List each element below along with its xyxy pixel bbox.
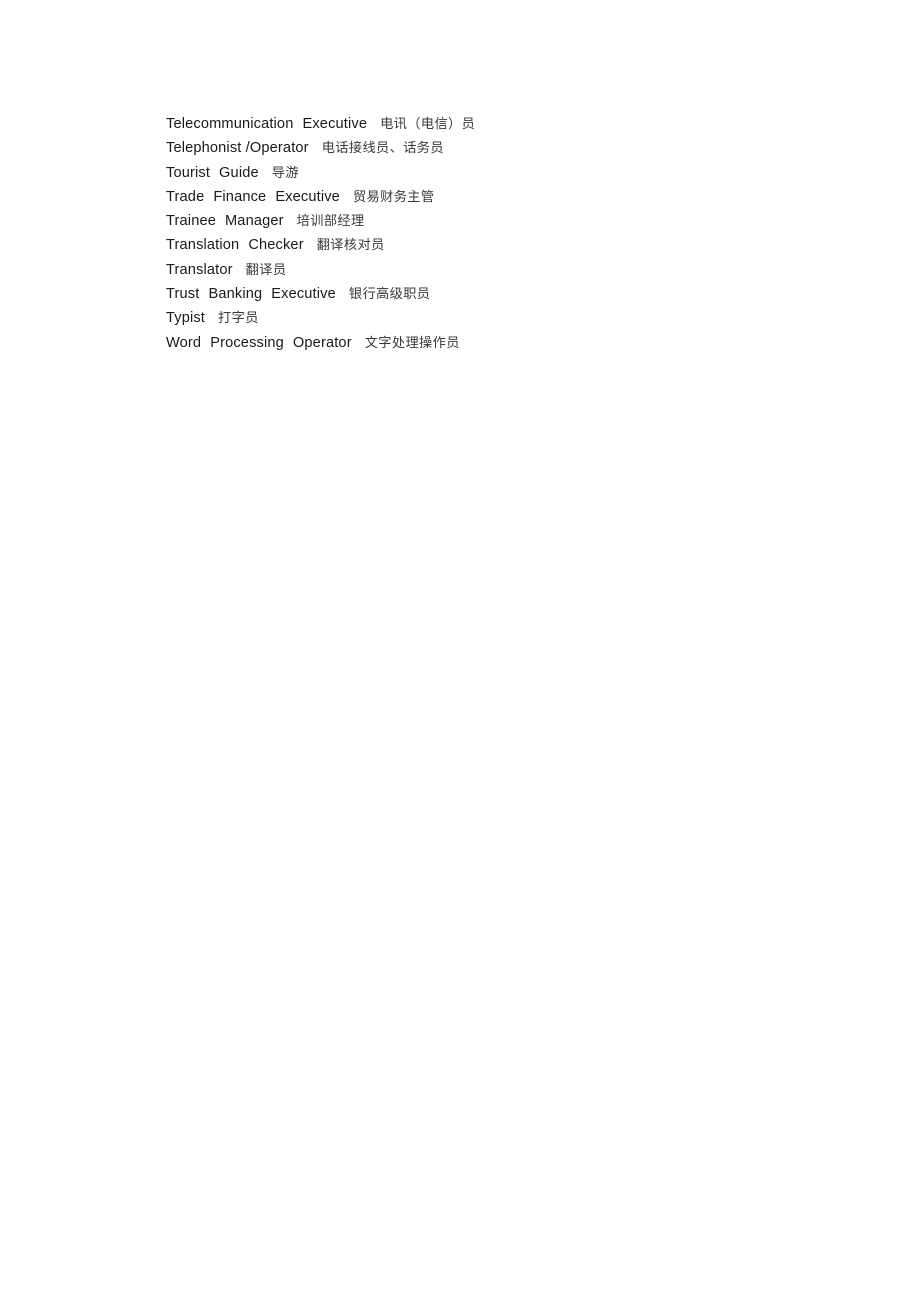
entry-term-en: Banking [208,286,263,303]
glossary-entry: Tourist Guide 导游 [166,161,866,185]
entry-term-en: Translator [166,261,233,278]
document-page: Telecommunication Executive 电讯（电信）员 Telepho… [0,0,920,1302]
entry-term-en: Word [166,334,202,351]
entry-term-en: Checker [248,237,304,254]
entry-gloss-zh: 贸易财务主管 [352,189,435,205]
glossary-entry: Translator 翻译员 [166,258,866,282]
entry-term-en: Executive [271,286,336,303]
entry-term-en: Trade [166,188,205,205]
entry-term-en: Tourist [166,164,211,181]
entry-gloss-zh: 导游 [271,165,299,181]
entry-term-en: Typist [166,310,206,327]
entry-term-en: Trainee [166,213,216,230]
entry-term-en: Operator [292,334,352,351]
entry-term-en: Telephonist /Operator [166,140,309,157]
glossary-entry: Telephonist /Operator 电话接线员、话务员 [166,136,866,160]
entry-term-en: Executive [302,116,368,132]
glossary-entry: Word Processing Operator 文字处理操作员 [166,331,866,355]
entry-gloss-zh: 翻译员 [245,262,287,278]
entry-gloss-zh: 电讯（电信）员 [380,117,476,132]
entry-term-en: Processing [210,334,284,351]
glossary-list: Telecommunication Executive 电讯（电信）员 Telepho… [166,112,866,355]
entry-term-en: Manager [225,213,284,230]
entry-term-en: Guide [219,164,259,181]
entry-gloss-zh: 培训部经理 [296,214,365,230]
entry-gloss-zh: 银行高级职员 [348,287,431,303]
glossary-entry: Trainee Manager 培训部经理 [166,209,866,233]
glossary-entry: Trust Banking Executive 银行高级职员 [166,282,866,306]
entry-term-en: Translation [166,237,240,254]
glossary-entry: Translation Checker 翻译核对员 [166,233,866,257]
glossary-entry: Trade Finance Executive 贸易财务主管 [166,185,866,209]
glossary-entry: Telecommunication Executive 电讯（电信）员 [166,112,866,136]
entry-term-en: Executive [275,188,340,205]
entry-term-en: Finance [213,188,267,205]
entry-gloss-zh: 打字员 [218,311,259,327]
glossary-entry: Typist 打字员 [166,306,866,330]
entry-gloss-zh: 电话接线员、话务员 [321,141,444,157]
entry-gloss-zh: 翻译核对员 [316,238,385,254]
entry-term-en: Telecommunication [166,116,294,132]
entry-gloss-zh: 文字处理操作员 [364,335,460,351]
entry-term-en: Trust [166,286,200,303]
